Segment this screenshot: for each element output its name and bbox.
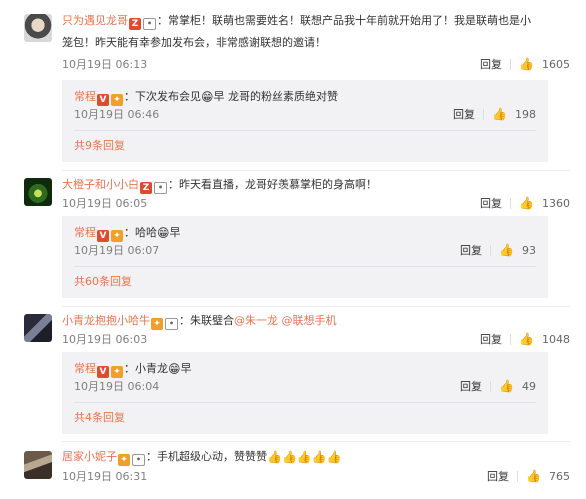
avatar[interactable] <box>24 178 52 206</box>
like-count: 1360 <box>542 197 570 210</box>
like-count: 198 <box>515 108 536 121</box>
like-count: 1048 <box>542 333 570 346</box>
panda-badge-icon: • <box>132 454 145 466</box>
username-link[interactable]: 常程 <box>74 362 96 375</box>
comment-text: ：手机超级心动，赞赞赞 <box>146 450 267 463</box>
divider <box>74 130 536 131</box>
timestamp: 10月19日 06:03 <box>62 333 148 346</box>
comment-text: ：朱联璧合 <box>179 314 234 327</box>
username-link[interactable]: 小青龙抱抱小哈牛 <box>62 314 150 327</box>
avatar[interactable] <box>24 314 52 342</box>
vip-badge-icon: Z <box>140 182 152 194</box>
divider <box>490 245 492 256</box>
like-count: 93 <box>522 244 536 257</box>
more-replies-link[interactable]: 共4条回复 <box>74 409 125 426</box>
divider <box>483 109 485 120</box>
timestamp: 10月19日 06:13 <box>62 58 148 71</box>
fan-badge-icon: ✦ <box>151 318 163 330</box>
comment-text-cont: 笼包！昨天能有幸参加发布会，非常感谢联想的邀请！ <box>62 36 326 49</box>
username-link[interactable]: 居家小妮子 <box>62 450 117 463</box>
like-icon[interactable]: 👍 <box>526 468 541 485</box>
more-replies-link[interactable]: 共9条回复 <box>74 137 125 154</box>
like-count: 49 <box>522 380 536 393</box>
comment-separator <box>62 170 570 171</box>
reply-button[interactable]: 回复 <box>480 195 502 212</box>
like-count: 765 <box>549 470 570 483</box>
username-link[interactable]: 常程 <box>74 226 96 239</box>
timestamp: 10月19日 06:05 <box>62 197 148 210</box>
timestamp: 10月19日 06:07 <box>74 244 160 257</box>
username-link[interactable]: 只为遇见龙哥 <box>62 14 128 27</box>
comment-separator <box>62 441 570 442</box>
vip-badge-icon: V <box>97 366 109 378</box>
like-icon[interactable]: 👍 <box>492 106 507 123</box>
reply-box: 常程 V ✦ ：下次发布会见😁早 龙哥的粉丝素质绝对赞 10月19日 06:46 回复… <box>62 80 548 162</box>
username-link[interactable]: 常程 <box>74 90 96 103</box>
comment-actions: 回复 👍 1605 <box>480 56 570 73</box>
divider <box>510 59 512 70</box>
fan-badge-icon: ✦ <box>111 230 123 242</box>
fan-badge-icon: ✦ <box>118 454 130 466</box>
reply-button[interactable]: 回复 <box>460 242 482 259</box>
timestamp: 10月19日 06:04 <box>74 380 160 393</box>
timestamp: 10月19日 06:46 <box>74 108 160 121</box>
reply-button[interactable]: 回复 <box>480 56 502 73</box>
vip-badge-icon: V <box>97 94 109 106</box>
divider <box>510 334 512 345</box>
divider <box>74 266 536 267</box>
comment-text: 只为遇见龙哥 Z • ：常掌柜！联萌也需要姓名！联想产品我十年前就开始用了！我是联萌也… <box>62 14 531 30</box>
reply-button[interactable]: 回复 <box>480 331 502 348</box>
comment-separator <box>62 306 570 307</box>
reply-button[interactable]: 回复 <box>453 106 475 123</box>
divider <box>517 471 519 482</box>
username-link[interactable]: 大橙子和小小白 <box>62 178 139 191</box>
fan-badge-icon: ✦ <box>111 94 123 106</box>
avatar[interactable] <box>24 14 52 42</box>
like-icon[interactable]: 👍 <box>519 331 534 348</box>
like-icon[interactable]: 👍 <box>519 195 534 212</box>
vip-badge-icon: Z <box>129 18 141 30</box>
panda-badge-icon: • <box>143 18 156 30</box>
like-icon[interactable]: 👍 <box>499 378 514 395</box>
reply-button[interactable]: 回复 <box>460 378 482 395</box>
more-replies-link[interactable]: 共60条回复 <box>74 273 132 290</box>
mention-link[interactable]: @朱一龙 <box>234 314 278 327</box>
fan-badge-icon: ✦ <box>111 366 123 378</box>
divider <box>510 198 512 209</box>
like-icon[interactable]: 👍 <box>519 56 534 73</box>
like-icon[interactable]: 👍 <box>499 242 514 259</box>
vip-badge-icon: V <box>97 230 109 242</box>
like-count: 1605 <box>542 58 570 71</box>
divider <box>490 381 492 392</box>
reply-box: 常程 V ✦ ：小青龙😁早 10月19日 06:04 回复 👍 49 共4条回复 <box>62 352 548 434</box>
thumbs-up-emoji-icon: 👍👍👍👍👍 <box>267 450 342 464</box>
reply-button[interactable]: 回复 <box>487 468 509 485</box>
grin-emoji-icon: 😁 <box>157 226 170 240</box>
grin-emoji-icon: 😁 <box>201 90 214 104</box>
timestamp: 10月19日 06:31 <box>62 470 148 483</box>
panda-badge-icon: • <box>165 318 178 330</box>
divider <box>74 402 536 403</box>
avatar[interactable] <box>24 451 52 479</box>
reply-box: 常程 V ✦ ：哈哈😁早 10月19日 06:07 回复 👍 93 共60条回复 <box>62 216 548 298</box>
mention-link[interactable]: @联想手机 <box>282 314 337 327</box>
comment-text: ：昨天看直播，龙哥好羡慕掌柜的身高啊！ <box>168 178 377 191</box>
grin-emoji-icon: 😁 <box>168 362 181 376</box>
panda-badge-icon: • <box>154 182 167 194</box>
